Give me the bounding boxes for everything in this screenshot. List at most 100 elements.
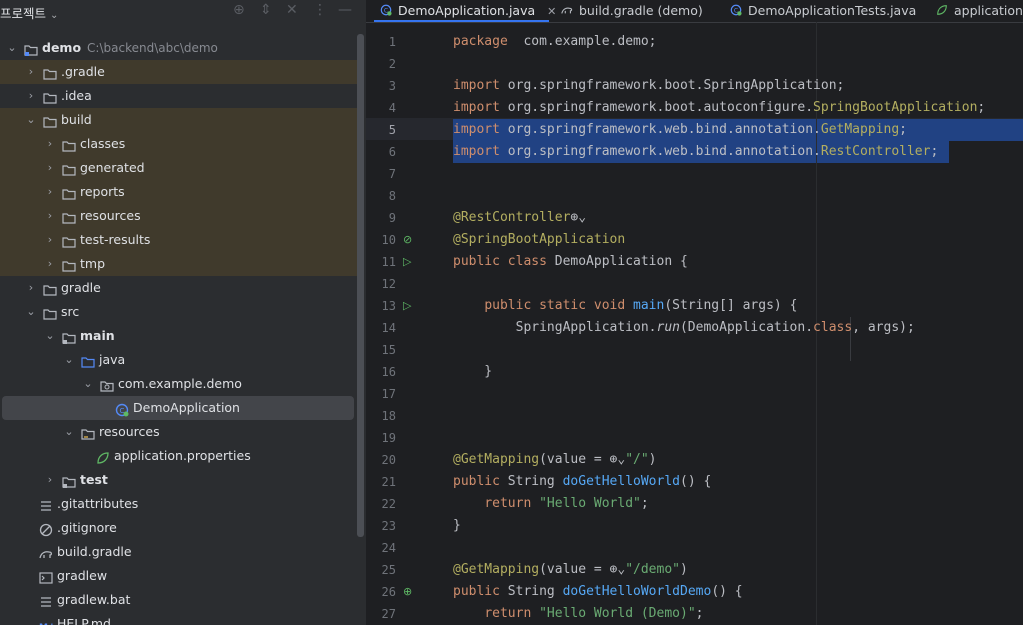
code-line[interactable] [453, 427, 1023, 449]
code-line[interactable] [453, 273, 1023, 295]
chevron-right-icon[interactable]: › [44, 132, 56, 156]
code-line[interactable]: import org.springframework.web.bind.anno… [453, 119, 1023, 141]
code-line[interactable] [453, 185, 1023, 207]
code-line[interactable] [453, 537, 1023, 559]
code-token: import [453, 144, 500, 159]
code-token: doGetHelloWorldDemo [562, 584, 712, 599]
tree-item[interactable]: M↓HELP.md [0, 612, 358, 625]
locate-file-icon[interactable]: ⊕ [233, 2, 245, 18]
tree-item[interactable]: › classes [0, 132, 358, 156]
tree-item[interactable]: build.gradle [0, 540, 358, 564]
code-line[interactable]: @SpringBootApplication [453, 229, 1023, 251]
tree-item-label: build [61, 112, 92, 127]
tree-item[interactable]: › reports [0, 180, 358, 204]
code-line[interactable]: return "Hello World (Demo)"; [453, 603, 1023, 625]
code-line[interactable]: @GetMapping(value = ⊕⌄"/") [453, 449, 1023, 471]
tree-item[interactable]: › .idea [0, 84, 358, 108]
run-main-gutter-icon[interactable]: ▷ [403, 299, 411, 312]
code-token: @SpringBootApplication [453, 232, 626, 247]
chevron-down-icon[interactable]: ⌄ [25, 108, 37, 132]
code-line[interactable] [453, 339, 1023, 361]
code-editor[interactable]: package com.example.demo; import org.spri… [453, 31, 1023, 625]
tree-item-text: com.example.demo [118, 372, 242, 396]
code-line[interactable]: import org.springframework.boot.autoconf… [453, 97, 1023, 119]
chevron-down-icon[interactable]: ⌄ [63, 348, 75, 372]
chevron-right-icon[interactable]: › [44, 252, 56, 276]
module-folder-icon [24, 41, 38, 56]
tree-item[interactable]: .gitattributes [0, 492, 358, 516]
hide-panel-icon[interactable]: — [338, 2, 352, 18]
folder-icon [43, 89, 57, 104]
tree-item[interactable]: gradlew [0, 564, 358, 588]
chevron-down-icon[interactable]: ⌄ [25, 300, 37, 324]
options-menu-icon[interactable]: ⋮ [313, 2, 327, 18]
code-line[interactable]: @RestController⊕⌄ [453, 207, 1023, 229]
project-panel-title: 프로젝트 [0, 6, 47, 21]
code-line[interactable]: import org.springframework.boot.SpringAp… [453, 75, 1023, 97]
code-line[interactable]: SpringApplication.run(DemoApplication.cl… [453, 317, 1023, 339]
project-scrollbar[interactable] [357, 34, 364, 537]
tree-item-label: resources [99, 424, 160, 439]
code-line[interactable]: } [453, 361, 1023, 383]
tree-item[interactable]: ⌄ demo C:\backend\abc\demo [0, 36, 358, 60]
chevron-right-icon[interactable]: › [44, 180, 56, 204]
tree-item[interactable]: › tmp [0, 252, 358, 276]
chevron-down-icon[interactable]: ⌄ [6, 36, 18, 60]
tree-item[interactable]: ⌄ java [0, 348, 358, 372]
code-line[interactable]: public String doGetHelloWorldDemo() { [453, 581, 1023, 603]
project-view-selector[interactable]: 프로젝트 ⌄ [0, 3, 58, 22]
tree-item[interactable]: C DemoApplication [2, 396, 354, 420]
tree-item[interactable]: › generated [0, 156, 358, 180]
tree-item[interactable]: gradlew.bat [0, 588, 358, 612]
tree-item[interactable]: › gradle [0, 276, 358, 300]
editor-tab[interactable]: application.p [936, 0, 1023, 22]
tree-item[interactable]: › resources [0, 204, 358, 228]
code-line[interactable] [453, 383, 1023, 405]
code-line[interactable]: import org.springframework.web.bind.anno… [453, 141, 1023, 163]
tree-item[interactable]: ⌄ src [0, 300, 358, 324]
chevron-right-icon[interactable]: › [25, 84, 37, 108]
tree-item[interactable]: › test [0, 468, 358, 492]
chevron-right-icon[interactable]: › [44, 228, 56, 252]
project-tree[interactable]: ⌄ demo C:\backend\abc\demo › .gradle › .idea ⌄ b… [0, 36, 358, 625]
tree-item[interactable]: ⌄ main [0, 324, 358, 348]
tree-item[interactable]: ⌄ resources [0, 420, 358, 444]
tree-item[interactable]: .gitignore [0, 516, 358, 540]
tree-item[interactable]: application.properties [0, 444, 358, 468]
tree-item[interactable]: ⌄ build [0, 108, 358, 132]
editor-tab[interactable]: C DemoApplicationTests.java [730, 0, 916, 22]
tree-item[interactable]: ⌄ com.example.demo [0, 372, 358, 396]
editor-tab[interactable]: build.gradle (demo) [561, 0, 703, 22]
chevron-right-icon[interactable]: › [25, 60, 37, 84]
run-gutter-icon[interactable]: ▷ [403, 255, 411, 268]
tree-item[interactable]: › test-results [0, 228, 358, 252]
chevron-down-icon[interactable]: ⌄ [44, 324, 56, 348]
chevron-down-icon[interactable]: ⌄ [63, 420, 75, 444]
chevron-down-icon[interactable]: ⌄ [82, 372, 94, 396]
tree-item-text: .gradle [61, 60, 105, 84]
chevron-right-icon[interactable]: › [44, 156, 56, 180]
code-line[interactable]: public static void main(String[] args) { [453, 295, 1023, 317]
line-number-gutter[interactable]: 1 2 3 4 5 6 7 8 9 10 11 12 13 14 15 16 17 18 19 20 21 22 23 24 2… [366, 31, 444, 625]
code-line[interactable] [453, 53, 1023, 75]
expand-all-icon[interactable]: ⇕ [260, 2, 272, 18]
code-line[interactable] [453, 405, 1023, 427]
collapse-all-icon[interactable]: ✕ [286, 2, 298, 18]
tree-item[interactable]: › .gradle [0, 60, 358, 84]
endpoint-gutter-icon[interactable]: ⊕ [403, 585, 412, 598]
chevron-right-icon[interactable]: › [44, 468, 56, 492]
close-tab-icon[interactable]: ✕ [547, 5, 556, 18]
chevron-right-icon[interactable]: › [25, 276, 37, 300]
code-line[interactable] [453, 163, 1023, 185]
code-line[interactable]: package com.example.demo; [453, 31, 1023, 53]
code-line[interactable]: public class DemoApplication { [453, 251, 1023, 273]
code-line[interactable]: return "Hello World"; [453, 493, 1023, 515]
code-line[interactable]: public String doGetHelloWorld() { [453, 471, 1023, 493]
code-token: ; [640, 496, 649, 511]
chevron-right-icon[interactable]: › [44, 204, 56, 228]
spring-bean-gutter-icon[interactable]: ⊘ [403, 233, 412, 246]
folder-icon [62, 233, 76, 248]
code-line[interactable]: } [453, 515, 1023, 537]
editor-tab[interactable]: C DemoApplication.java ✕ [380, 0, 556, 22]
code-line[interactable]: @GetMapping(value = ⊕⌄"/demo") [453, 559, 1023, 581]
